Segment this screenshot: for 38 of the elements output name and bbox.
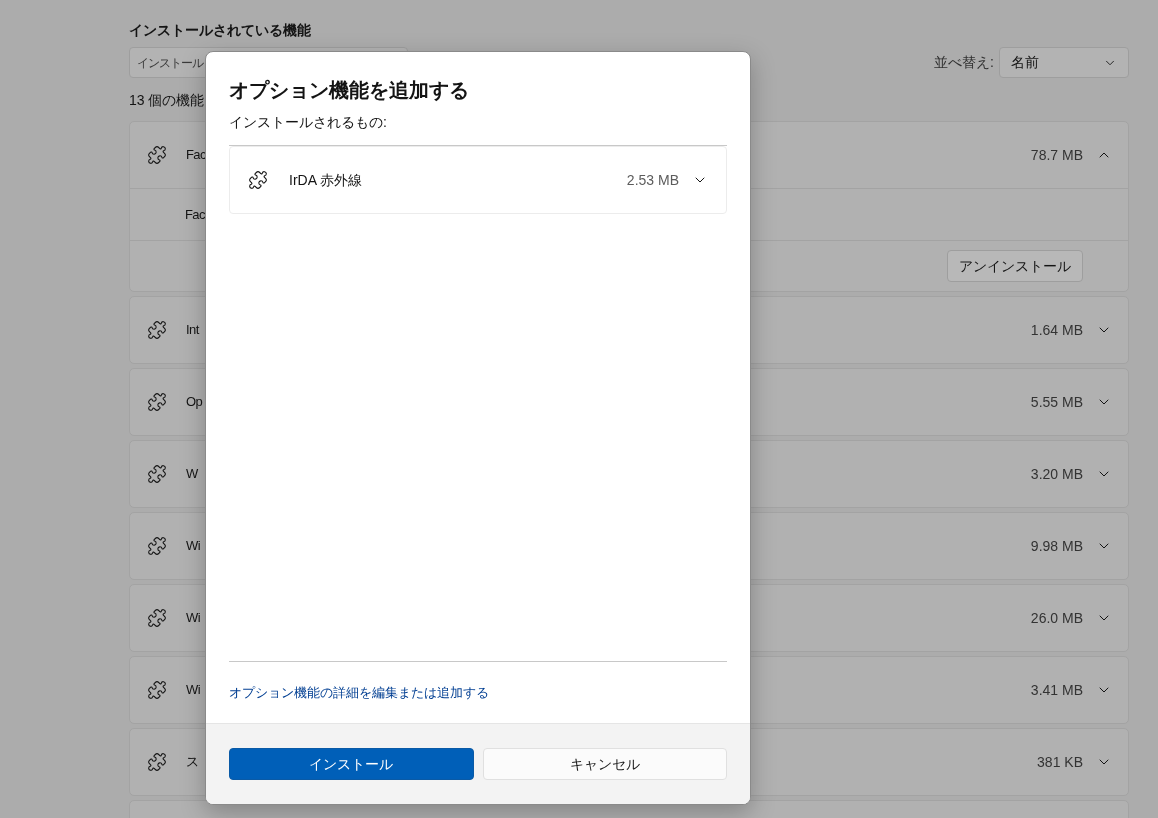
install-button[interactable]: インストール	[229, 748, 474, 780]
feature-name: Op	[186, 393, 203, 412]
feature-name: Wi	[186, 681, 200, 700]
feature-name: Wi	[186, 537, 200, 556]
puzzle-icon	[147, 145, 167, 165]
section-heading: インストールされている機能	[129, 21, 311, 40]
uninstall-button[interactable]: アンインストール	[947, 250, 1083, 282]
feature-size: 2.53 MB	[626, 170, 679, 190]
puzzle-icon	[147, 464, 167, 484]
sort-dropdown[interactable]: 名前	[999, 47, 1129, 78]
feature-name: W	[186, 465, 198, 484]
feature-name: ス	[186, 753, 199, 772]
puzzle-icon	[147, 320, 167, 340]
puzzle-icon	[248, 170, 268, 190]
puzzle-icon	[147, 392, 167, 412]
feature-name: Int	[186, 321, 199, 340]
dialog-title: オプション機能を追加する	[229, 78, 469, 103]
feature-size: 5.55 MB	[1030, 392, 1083, 412]
feature-size: 1.64 MB	[1030, 320, 1083, 340]
feature-size: 3.20 MB	[1030, 464, 1083, 484]
feature-name: Wi	[186, 609, 200, 628]
feature-name: Fac	[186, 146, 206, 165]
feature-details: Fac	[185, 205, 205, 224]
feature-count: 13 個の機能	[129, 91, 205, 110]
feature-size: 381 KB	[1037, 752, 1083, 772]
puzzle-icon	[147, 536, 167, 556]
details-link[interactable]: オプション機能の詳細を編集または追加する	[229, 682, 489, 703]
feature-size: 26.0 MB	[1030, 608, 1083, 628]
sort-label: 並べ替え:	[934, 53, 994, 72]
puzzle-icon	[147, 752, 167, 772]
dialog-subtitle: インストールされるもの:	[229, 113, 387, 132]
feature-size: 78.7 MB	[1030, 145, 1083, 165]
cancel-button[interactable]: キャンセル	[482, 748, 727, 780]
puzzle-icon	[147, 608, 167, 628]
feature-size: 9.98 MB	[1030, 536, 1083, 556]
puzzle-icon	[147, 680, 167, 700]
feature-size: 3.41 MB	[1030, 680, 1083, 700]
feature-name: IrDA 赤外線	[289, 170, 363, 190]
